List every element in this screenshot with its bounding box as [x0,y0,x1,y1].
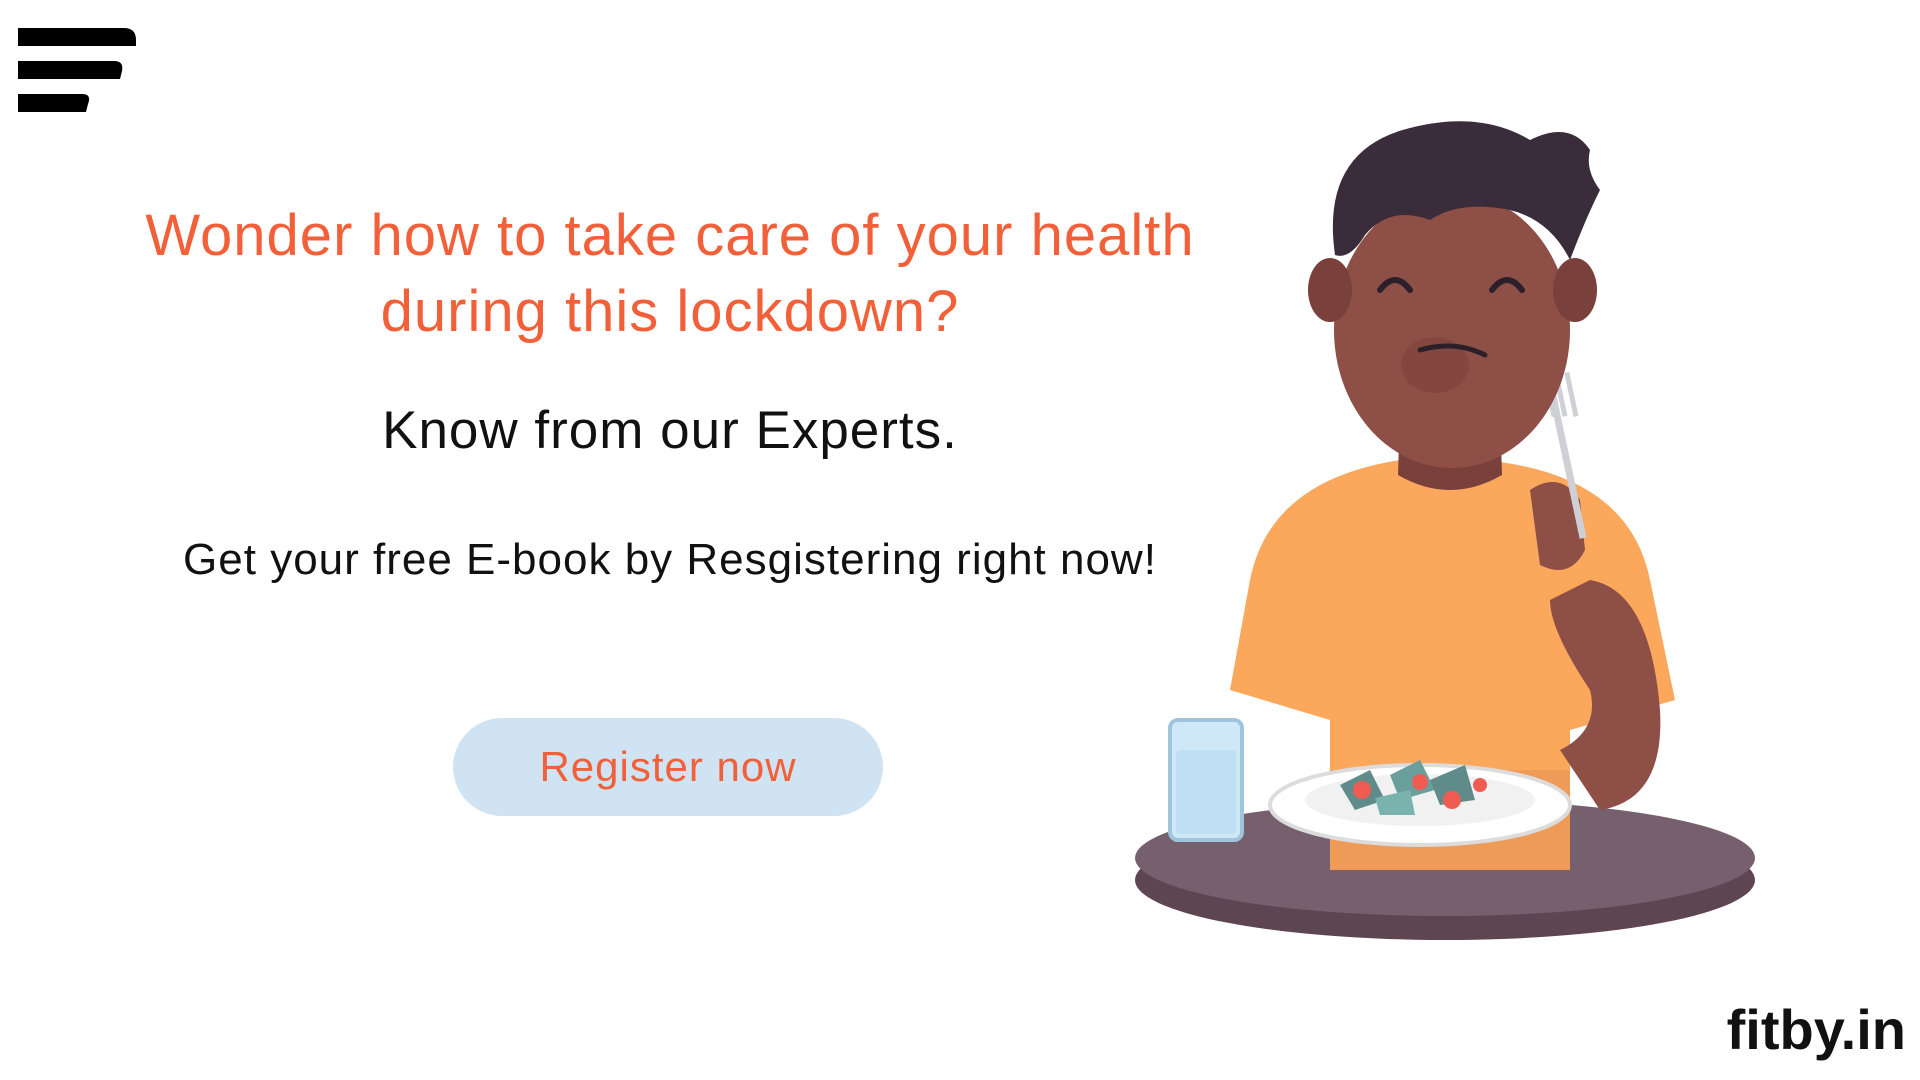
register-button[interactable]: Register now [453,718,883,816]
cta-text: Get your free E-book by Resgistering rig… [183,535,1157,584]
subheadline: Know from our Experts. [382,401,958,460]
brand-wordmark: fitby.in [1726,998,1906,1061]
ad-banner: Wonder how to take care of your health d… [0,0,1920,1080]
logo-icon [18,28,136,112]
man-eating-illustration [1135,121,1755,940]
headline: Wonder how to take care of your health d… [145,203,1195,344]
